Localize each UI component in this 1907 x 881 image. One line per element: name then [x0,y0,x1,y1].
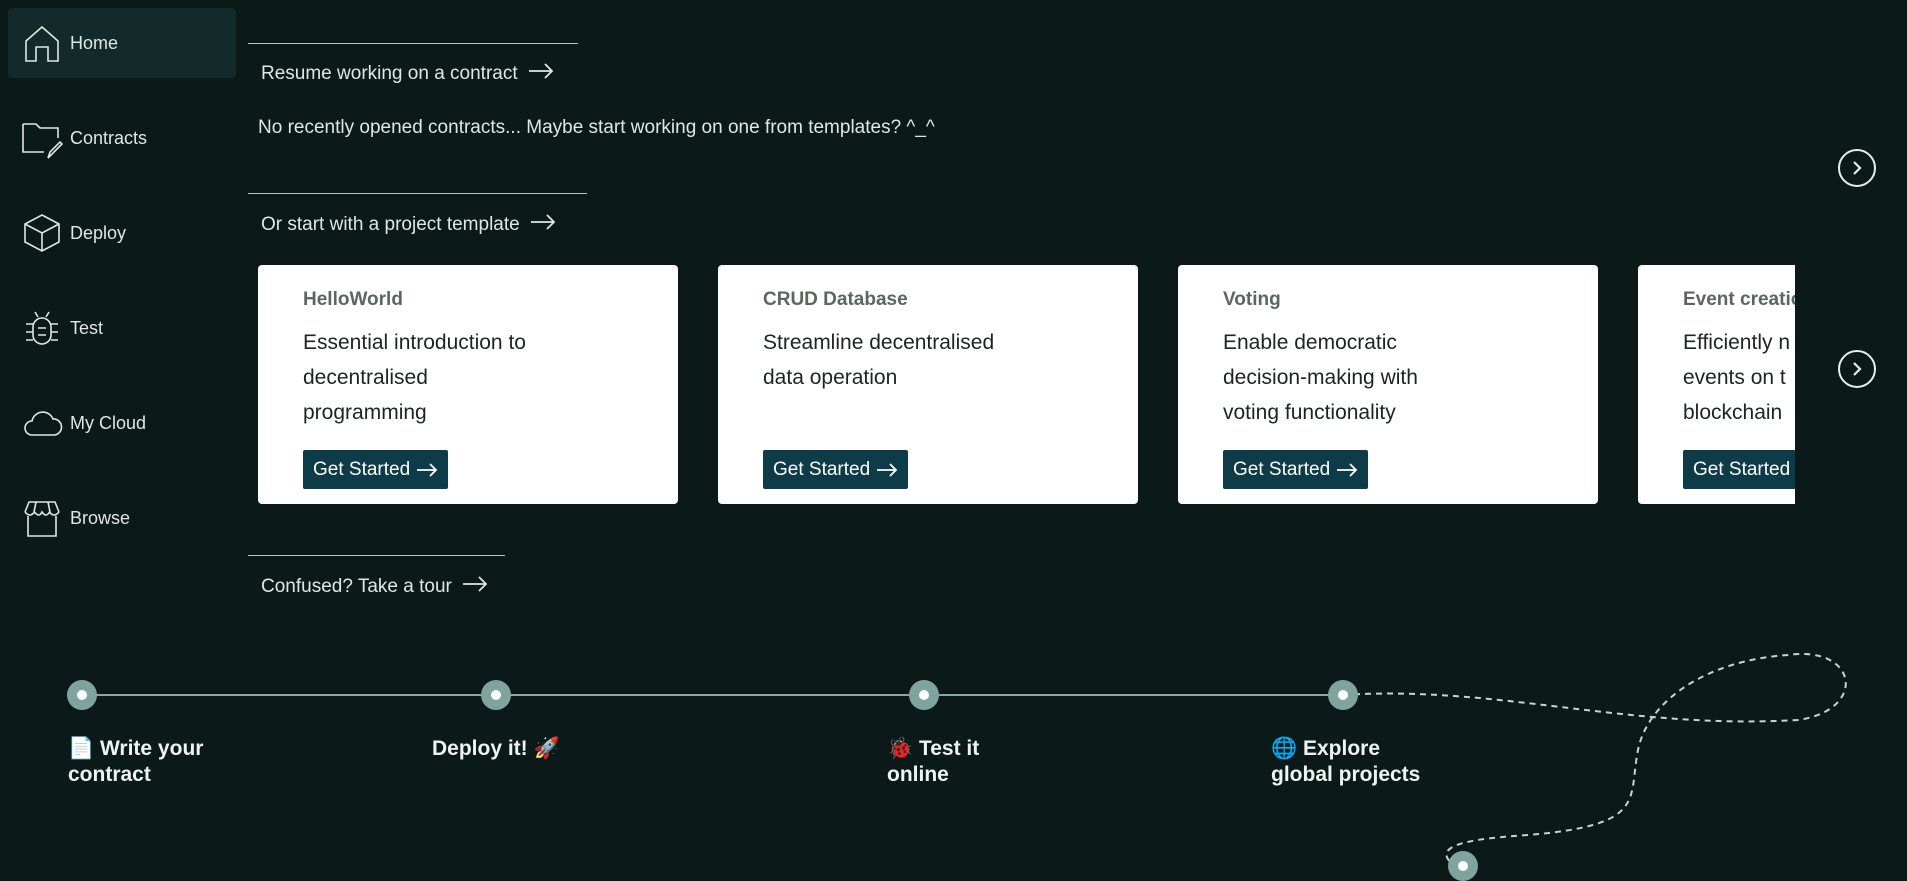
cube-icon [18,209,66,257]
empty-recent-message: No recently opened contracts... Maybe st… [258,117,935,138]
sidebar-item-label: Browse [70,507,131,528]
chevron-right-icon [1853,161,1862,175]
store-icon [18,494,66,542]
tour-step-test: 🐞 Test it online [887,736,979,788]
step-line: contract [68,763,151,786]
card-title: Event creatio [1683,289,1795,310]
card-description: Efficiently n events on t blockchain [1683,331,1790,424]
button-label: Get Started [313,458,411,480]
card-title: Voting [1223,289,1281,310]
get-started-button[interactable]: Get Started [303,450,449,489]
tour-step-write: 📄 Write your contract [68,736,203,788]
arrow-right-icon [530,214,556,236]
chevron-right-icon [1853,362,1862,376]
get-started-button[interactable]: Get Started [1683,450,1795,489]
sidebar-item-home[interactable]: Home [8,8,236,78]
bug-icon [18,304,66,352]
button-label: Get Started [773,458,871,480]
folder-edit-icon [18,114,66,162]
tour-timeline: 📄 Write your contract Deploy it! 🚀 🐞 Tes… [48,640,1858,881]
arrow-right-icon [1337,462,1358,477]
tour-title: Confused? Take a tour [261,576,452,597]
get-started-button[interactable]: Get Started [763,450,909,489]
sidebar-item-my-cloud[interactable]: My Cloud [8,388,236,458]
sidebar-item-deploy[interactable]: Deploy [8,198,236,268]
section-divider [248,193,587,194]
tour-step-dot[interactable] [909,680,939,710]
step-line: 🌐 Explore [1271,737,1381,760]
sidebar-item-label: Contracts [70,127,148,148]
template-card[interactable]: CRUD Database Streamline decentralised d… [718,265,1138,504]
resume-contract-link[interactable]: Resume working on a contract [261,63,554,85]
tour-step-dot[interactable] [1448,851,1478,881]
card-description: Enable democratic decision-making with v… [1223,331,1418,424]
cloud-icon [18,399,66,447]
sidebar-item-contracts[interactable]: Contracts [8,103,236,173]
step-line: 📄 Write your [68,737,204,760]
section-divider [248,555,505,556]
resume-title: Resume working on a contract [261,63,518,84]
take-tour-link[interactable]: Confused? Take a tour [261,576,488,598]
arrow-right-icon [462,576,488,598]
carousel-next-button[interactable] [1838,350,1876,388]
template-card[interactable]: Event creatio Efficiently n events on t … [1638,265,1795,504]
card-description: Essential introduction to decentralised … [303,331,526,424]
sidebar-item-label: Test [70,317,104,338]
scroll-right-button[interactable] [1838,149,1876,187]
step-line: online [887,763,949,786]
template-card[interactable]: Voting Enable democratic decision-making… [1178,265,1598,504]
card-title: CRUD Database [763,289,908,310]
arrow-right-icon [417,462,438,477]
tour-step-dot[interactable] [67,680,97,710]
section-divider [248,43,578,44]
home-icon [18,19,66,67]
step-line: global projects [1271,763,1421,786]
button-label: Get Started [1693,458,1791,480]
tour-step-deploy: Deploy it! 🚀 [432,736,560,762]
tour-step-dot[interactable] [481,680,511,710]
arrow-right-icon [877,462,898,477]
sidebar-item-label: Home [70,32,119,53]
sidebar-item-label: Deploy [70,222,127,243]
sidebar-item-browse[interactable]: Browse [8,483,236,553]
card-title: HelloWorld [303,289,403,310]
button-label: Get Started [1233,458,1331,480]
get-started-button[interactable]: Get Started [1223,450,1369,489]
card-description: Streamline decentralised data operation [763,331,995,389]
sidebar-item-label: My Cloud [70,412,147,433]
arrow-right-icon [528,63,554,85]
tour-step-explore: 🌐 Explore global projects [1271,736,1420,788]
tour-step-dot[interactable] [1328,680,1358,710]
template-carousel: HelloWorld Essential introduction to dec… [258,265,1795,505]
step-line: Deploy it! 🚀 [432,737,560,760]
sidebar-item-test[interactable]: Test [8,293,236,363]
template-card[interactable]: HelloWorld Essential introduction to dec… [258,265,678,504]
templates-link[interactable]: Or start with a project template [261,214,556,236]
step-line: 🐞 Test it [887,737,980,760]
templates-title: Or start with a project template [261,214,520,235]
